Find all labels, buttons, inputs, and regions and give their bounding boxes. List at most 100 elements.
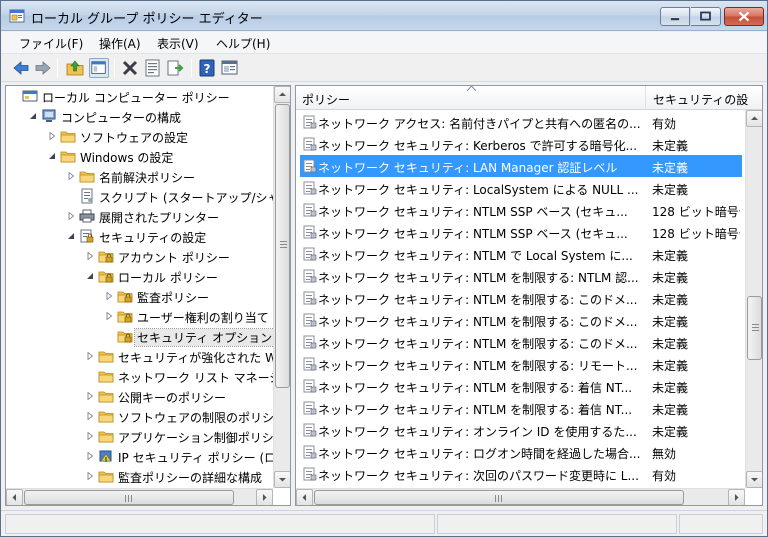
tree-item[interactable]: ソフトウェアの設定 [6, 126, 276, 146]
folder-icon [98, 371, 114, 383]
collapsed-arrow-icon[interactable] [86, 412, 94, 420]
collapsed-arrow-icon[interactable] [67, 212, 75, 220]
collapsed-arrow-icon[interactable] [86, 432, 94, 440]
tree-item[interactable]: ネットワーク リスト マネージ [6, 366, 281, 386]
up-folder-icon[interactable] [65, 58, 85, 78]
tree-item[interactable]: ソフトウェアの制限のポリシー [6, 406, 286, 426]
scroll-down-button[interactable] [746, 471, 762, 488]
collapsed-arrow-icon[interactable] [105, 292, 113, 300]
expanded-arrow-icon[interactable] [29, 112, 37, 120]
tree-item[interactable]: セキュリティ オプション [6, 326, 276, 347]
expanded-arrow-icon[interactable] [48, 152, 56, 160]
scroll-left-button[interactable] [6, 489, 23, 505]
tree-item[interactable]: 名前解決ポリシー [6, 166, 276, 186]
expanded-arrow-icon[interactable] [86, 272, 94, 280]
delete-icon[interactable] [120, 58, 140, 78]
tree-item[interactable]: アカウント ポリシー [6, 246, 276, 266]
minimize-button[interactable] [660, 7, 690, 26]
policy-row[interactable]: ネットワーク セキュリティ: NTLM を制限する: このドメ... 未定義 [300, 331, 742, 353]
tree-item[interactable]: ユーザー権利の割り当て [6, 306, 276, 326]
collapsed-arrow-icon[interactable] [86, 352, 94, 360]
collapsed-arrow-icon[interactable] [105, 312, 113, 320]
export-list-icon[interactable] [166, 58, 186, 78]
policy-row[interactable]: ネットワーク セキュリティ: NTLM で Local System に... 未… [300, 243, 742, 265]
policy-row[interactable]: ネットワーク セキュリティ: NTLM を制限する: 着信 NT... 未定義 [300, 375, 742, 397]
policy-setting-icon [303, 445, 317, 459]
expanded-arrow-icon[interactable] [67, 232, 75, 240]
policy-row[interactable]: ネットワーク アクセス: 名前付きパイプと共有への匿名の... 有効 [300, 111, 742, 133]
scroll-thumb[interactable] [275, 104, 290, 388]
policy-row[interactable]: ネットワーク セキュリティ: NTLM を制限する: このドメ... 未定義 [300, 287, 742, 309]
column-header-policy[interactable]: ポリシー [296, 86, 646, 110]
chevron-right-icon [263, 494, 267, 501]
scroll-up-button[interactable] [274, 86, 290, 103]
tree-item[interactable]: 監査ポリシー [6, 286, 276, 306]
scroll-right-button[interactable] [728, 489, 745, 505]
policy-row[interactable]: ネットワーク セキュリティ: NTLM を制限する: このドメ... 未定義 [300, 309, 742, 331]
policy-row[interactable]: ネットワーク セキュリティ: ログオン時間を経過した場合... 無効 [300, 441, 742, 463]
collapsed-arrow-icon[interactable] [86, 392, 94, 400]
list-vertical-scrollbar[interactable] [745, 110, 762, 488]
menu-view[interactable]: 表示(V) [157, 35, 199, 52]
extended-view-icon[interactable] [220, 58, 240, 78]
help-icon[interactable]: ? [197, 58, 217, 78]
tree-item[interactable]: スクリプト (スタートアップ/シャ [6, 186, 280, 206]
close-button[interactable] [724, 7, 764, 26]
policy-row[interactable]: ネットワーク セキュリティ: オンライン ID を使用するた... 未定義 [300, 419, 742, 441]
properties-icon[interactable] [143, 58, 163, 78]
back-arrow-icon[interactable] [11, 58, 31, 78]
tree-item-label: セキュリティの設定 [99, 231, 207, 245]
policy-row[interactable]: ネットワーク セキュリティ: NTLM を制限する: 着信 NT... 未定義 [300, 397, 742, 419]
tree-item[interactable]: コンピューターの構成 [6, 106, 276, 126]
menu-file[interactable]: ファイル(F) [19, 35, 83, 52]
scroll-thumb[interactable] [314, 490, 684, 505]
policy-row[interactable]: ネットワーク セキュリティ: NTLM を制限する: NTLM 認... 未定義 [300, 265, 742, 287]
scroll-up-button[interactable] [746, 110, 762, 127]
security-setting-cell: 未定義 [652, 337, 689, 351]
title-bar[interactable]: ローカル グループ ポリシー エディター [1, 1, 767, 31]
collapsed-arrow-icon[interactable] [86, 472, 94, 480]
tree-item[interactable]: 展開されたプリンター [6, 206, 276, 226]
tree-item[interactable]: セキュリティが強化された W [6, 346, 277, 366]
maximize-button[interactable] [691, 7, 721, 26]
scroll-down-button[interactable] [274, 471, 290, 488]
tree-item[interactable]: ローカル コンピューター ポリシー [6, 86, 276, 106]
tree-item[interactable]: IP セキュリティ ポリシー (ロ [6, 446, 276, 466]
menu-help[interactable]: ヘルプ(H) [216, 35, 270, 52]
policy-row[interactable]: ネットワーク セキュリティ: 次回のパスワード変更時に L... 有効 [300, 463, 742, 485]
list-horizontal-scrollbar[interactable] [296, 488, 745, 505]
policy-row[interactable]: ネットワーク セキュリティ: NTLM SSP ベース (セキュ... 128 ビ… [300, 199, 742, 221]
menu-action[interactable]: 操作(A) [99, 35, 141, 52]
forward-arrow-icon[interactable] [33, 58, 53, 78]
policy-setting-icon [303, 357, 317, 371]
scroll-thumb[interactable] [24, 490, 234, 505]
scroll-thumb[interactable] [747, 296, 762, 360]
tree-item[interactable]: 公開キーのポリシー [6, 386, 276, 406]
tree-item[interactable]: ローカル ポリシー [6, 266, 276, 286]
policy-list-pane[interactable]: ポリシー セキュリティの設 ネットワーク アクセス: 名前付きパイプと共有への匿… [295, 85, 763, 506]
tree-item[interactable]: Windows の設定 [6, 146, 276, 166]
policy-row[interactable]: ネットワーク セキュリティ: NTLM を制限する: リモート... 未定義 [300, 353, 742, 375]
folder-icon [98, 471, 114, 483]
policy-row[interactable]: ネットワーク セキュリティ: Kerberos で許可する暗号化... 未定義 [300, 133, 742, 155]
folder-icon [98, 411, 114, 423]
tree-horizontal-scrollbar[interactable] [6, 488, 273, 505]
collapsed-arrow-icon[interactable] [86, 452, 94, 460]
tree-vertical-scrollbar[interactable] [273, 86, 290, 488]
policy-row[interactable]: ネットワーク セキュリティ: LAN Manager 認証レベル 未定義 [300, 155, 742, 177]
column-header-security-setting[interactable]: セキュリティの設 [647, 86, 762, 110]
collapsed-arrow-icon[interactable] [67, 172, 75, 180]
policy-row[interactable]: ネットワーク セキュリティ: NTLM SSP ベース (セキュ... 128 ビ… [300, 221, 742, 243]
collapsed-arrow-icon[interactable] [86, 252, 94, 260]
policy-row[interactable]: ネットワーク セキュリティ: LocalSystem による NULL ... 未… [300, 177, 742, 199]
tree-item[interactable]: 監査ポリシーの詳細な構成 [6, 466, 276, 486]
scroll-left-button[interactable] [296, 489, 313, 505]
collapsed-arrow-icon[interactable] [48, 132, 56, 140]
tree-item[interactable]: セキュリティの設定 [6, 226, 276, 246]
scroll-right-button[interactable] [256, 489, 273, 505]
show-hide-tree-icon[interactable] [89, 58, 109, 78]
tree-item-label: 監査ポリシー [137, 291, 210, 305]
tree-item[interactable]: アプリケーション制御ポリシー [6, 426, 286, 446]
security-setting-cell: 有効 [652, 117, 677, 131]
tree-pane[interactable]: ローカル コンピューター ポリシー コンピューターの構成 ソフトウェアの設定 Wind… [5, 85, 291, 506]
